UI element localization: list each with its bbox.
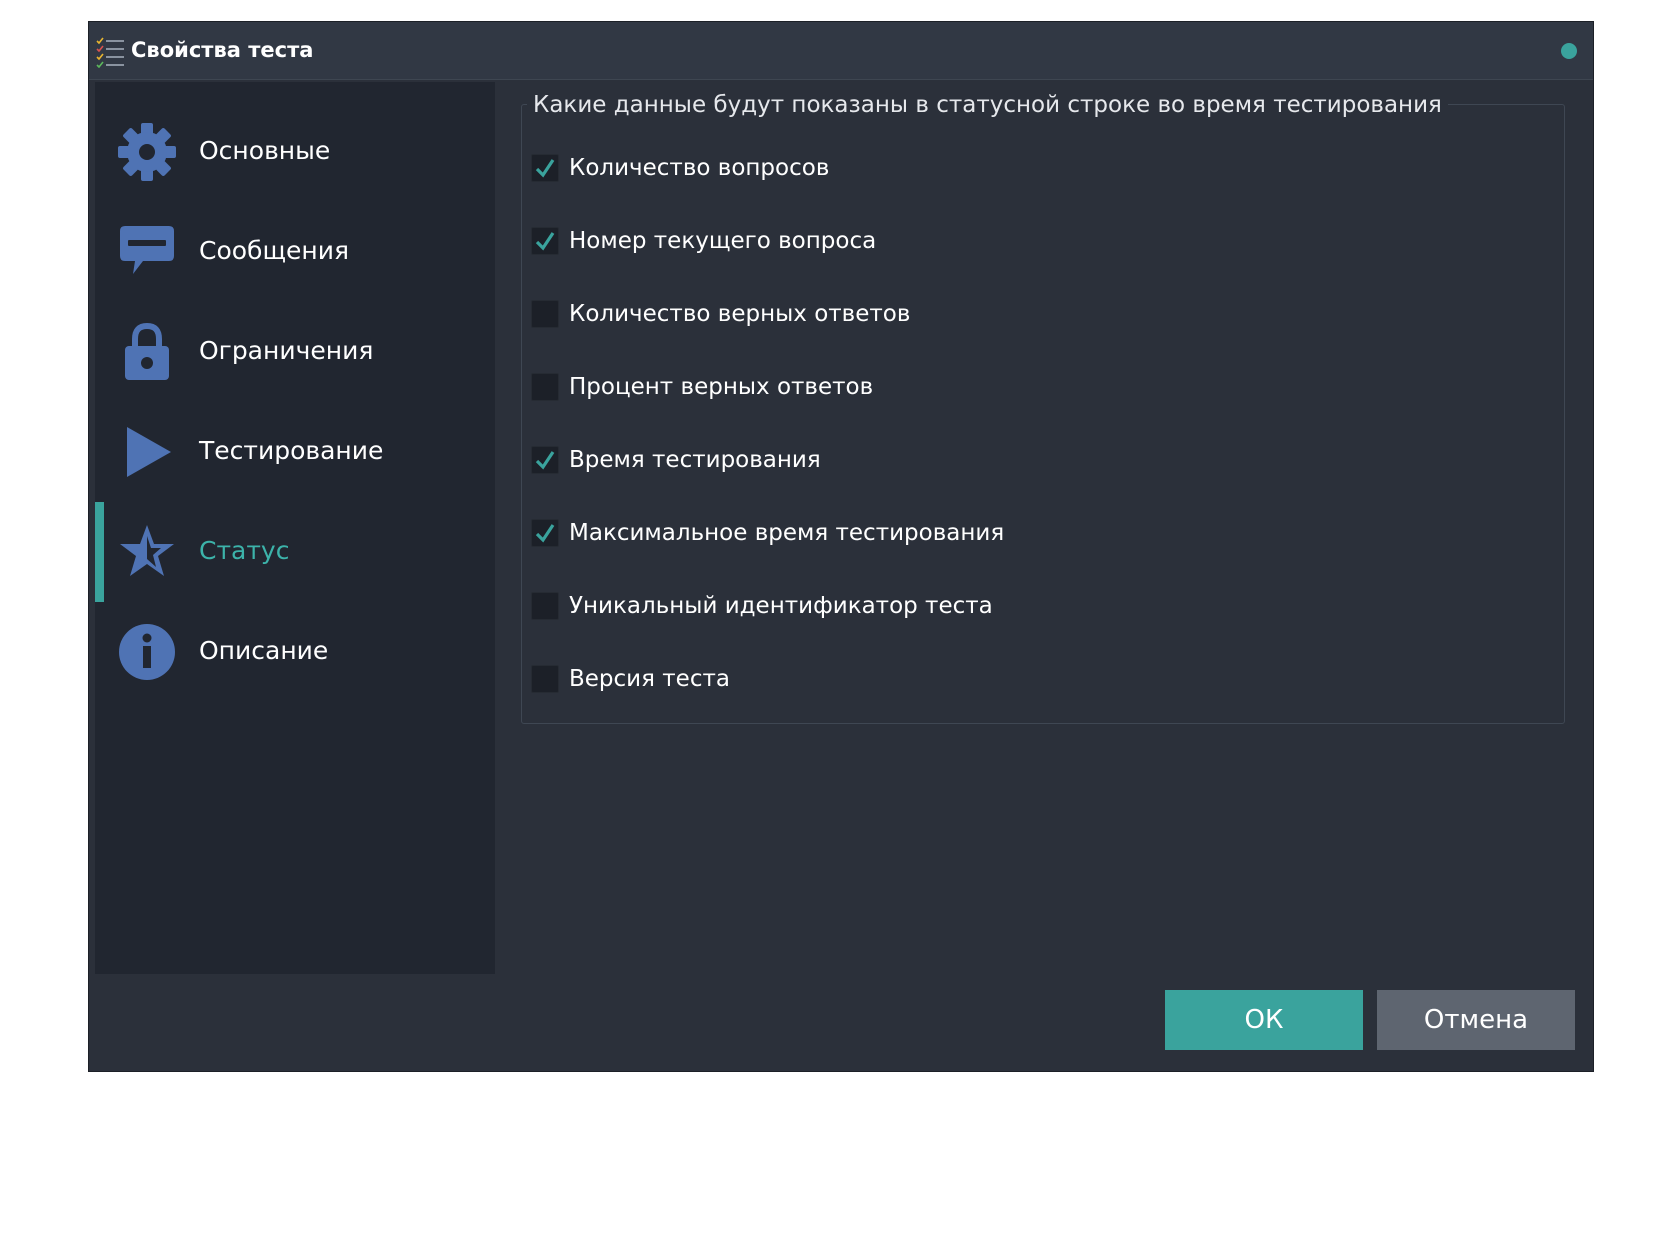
test-properties-dialog: Свойства теста Основные Сообщения Ограни… <box>88 21 1594 1072</box>
play-icon <box>127 427 171 477</box>
star-icon <box>120 525 174 576</box>
sidebar-item-restrictions[interactable]: Ограничения <box>95 302 495 402</box>
checkbox[interactable] <box>531 373 559 401</box>
sidebar-item-label: Основные <box>199 136 331 165</box>
checkbox[interactable] <box>531 446 559 474</box>
ok-button[interactable]: ОК <box>1165 990 1363 1050</box>
sidebar-item-messages[interactable]: Сообщения <box>95 202 495 302</box>
window-status-indicator <box>1561 43 1577 59</box>
sidebar-item-label: Тестирование <box>199 436 384 465</box>
message-icon <box>120 226 174 274</box>
title-bar[interactable]: Свойства теста <box>89 22 1593 80</box>
checkbox-label: Версия теста <box>569 666 730 692</box>
checkbox-label: Номер текущего вопроса <box>569 228 877 254</box>
checkbox-label: Процент верных ответов <box>569 374 874 400</box>
settings-sidebar: Основные Сообщения Ограничения Тестирова… <box>95 82 495 974</box>
sidebar-item-status[interactable]: Статус <box>95 502 495 602</box>
checkbox[interactable] <box>531 592 559 620</box>
checkmark-icon <box>535 159 555 178</box>
checkbox[interactable] <box>531 665 559 693</box>
active-indicator <box>95 502 104 602</box>
checkbox[interactable] <box>531 300 559 328</box>
checkmark-icon <box>535 524 555 543</box>
cancel-button[interactable]: Отмена <box>1377 990 1575 1050</box>
window-title: Свойства теста <box>131 38 314 62</box>
sidebar-item-label: Статус <box>199 536 290 565</box>
checkbox-label: Количество вопросов <box>569 155 830 181</box>
sidebar-item-testing[interactable]: Тестирование <box>95 402 495 502</box>
checkbox-label: Время тестирования <box>569 447 821 473</box>
gear-icon <box>118 123 176 181</box>
checkbox[interactable] <box>531 227 559 255</box>
sidebar-item-label: Описание <box>199 636 329 665</box>
checkbox[interactable] <box>531 519 559 547</box>
sidebar-item-label: Сообщения <box>199 236 350 265</box>
info-icon <box>119 624 175 680</box>
sidebar-item-general[interactable]: Основные <box>95 102 495 202</box>
checkmark-icon <box>535 232 555 251</box>
status-options-group <box>521 104 1565 724</box>
sidebar-item-label: Ограничения <box>199 336 374 365</box>
checkbox[interactable] <box>531 154 559 182</box>
checkbox-label: Уникальный идентификатор теста <box>569 593 993 619</box>
sidebar-item-description[interactable]: Описание <box>95 602 495 702</box>
checkbox-label: Количество верных ответов <box>569 301 911 327</box>
lock-icon <box>125 322 169 380</box>
group-title: Какие данные будут показаны в статусной … <box>527 90 1448 120</box>
checkbox-label: Максимальное время тестирования <box>569 520 1005 546</box>
checkmark-icon <box>535 451 555 470</box>
checklist-icon <box>96 37 124 68</box>
